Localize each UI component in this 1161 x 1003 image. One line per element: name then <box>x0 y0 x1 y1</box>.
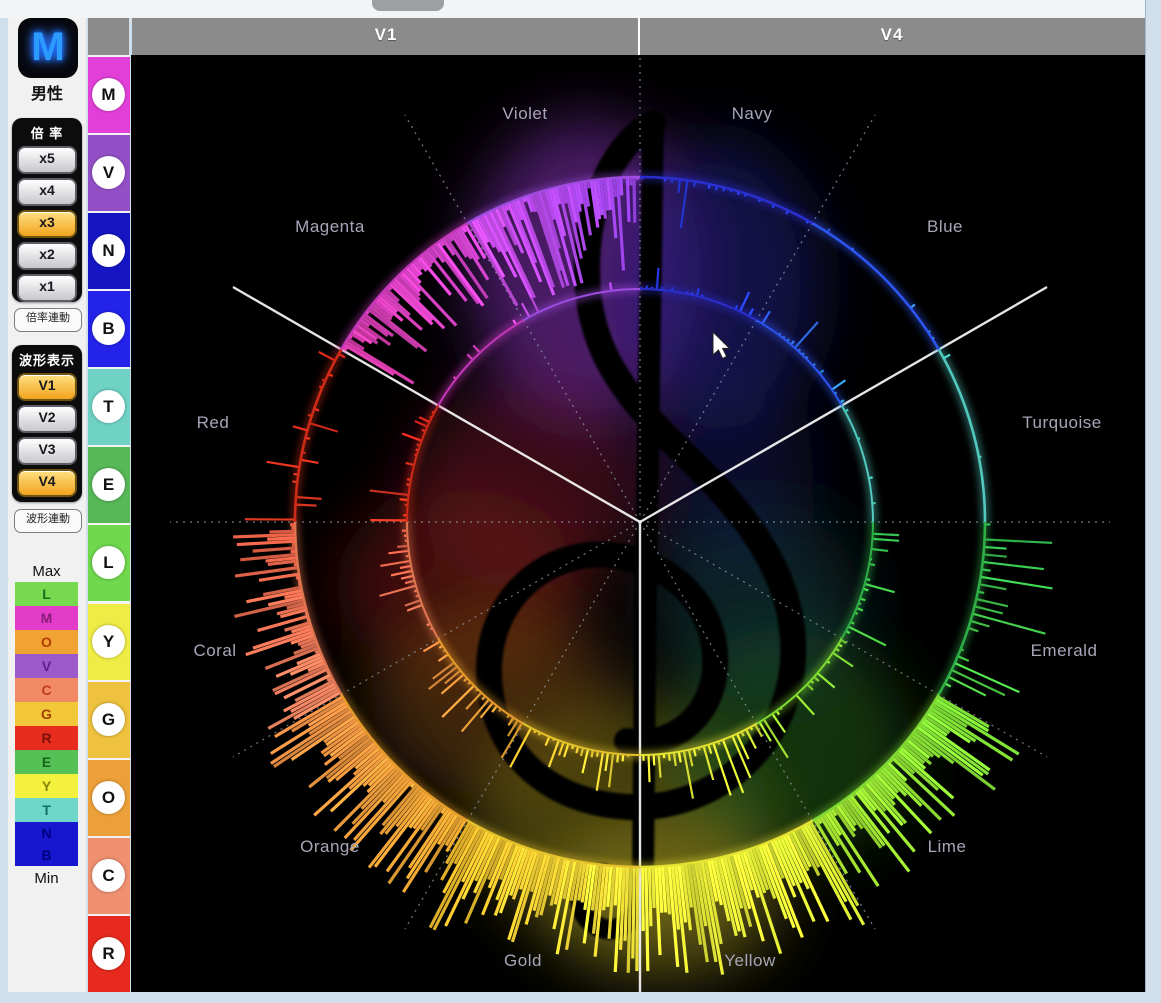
waveform-panel: 波形表示 V1 V2 V3 V4 <box>12 345 82 502</box>
strip-cell-v[interactable]: V <box>88 135 130 211</box>
sector-label-yellow: Yellow <box>724 951 776 970</box>
wave-button-v2[interactable]: V2 <box>17 405 77 433</box>
sector-label-orange: Orange <box>300 837 360 856</box>
header-bar: V1 V4 <box>132 18 1145 55</box>
legend-row-c: C <box>15 678 78 702</box>
strip-cell-t[interactable]: T <box>88 369 130 445</box>
legend-row-o: O <box>15 630 78 654</box>
strip-cell-y[interactable]: Y <box>88 604 130 680</box>
strip-letter-badge: O <box>92 781 125 814</box>
legend-row-nb: NB <box>15 822 78 866</box>
legend-max-label: Max <box>15 563 78 580</box>
header-corner-square <box>88 18 129 55</box>
window-top-artifact <box>372 0 444 11</box>
wave-button-v1[interactable]: V1 <box>17 373 77 401</box>
sector-label-coral: Coral <box>193 641 236 660</box>
magnification-link-button[interactable]: 倍率連動 <box>14 308 82 332</box>
legend-letter: M <box>15 606 78 630</box>
mag-button-x5[interactable]: x5 <box>17 146 77 174</box>
legend-letter: R <box>15 726 78 750</box>
strip-letter-badge: E <box>92 468 125 501</box>
waveform-link-button[interactable]: 波形連動 <box>14 509 82 533</box>
strip-cell-r[interactable]: R <box>88 916 130 992</box>
strip-cell-m[interactable]: M <box>88 57 130 133</box>
legend-letter: L <box>15 582 78 606</box>
sector-label-blue: Blue <box>927 217 963 236</box>
strip-letter-badge: R <box>92 937 125 970</box>
legend-letter: V <box>15 654 78 678</box>
strip-letter-badge: B <box>92 312 125 345</box>
legend-row-g: G <box>15 702 78 726</box>
legend-row-t: T <box>15 798 78 822</box>
sidebar: M 男性 倍 率 x5 x4 x3 x2 x1 倍率連動 波形表示 V1 V2 V3 V4 波… <box>8 18 86 992</box>
legend-letter: T <box>15 798 78 822</box>
strip-cell-o[interactable]: O <box>88 760 130 836</box>
legend-letter: E <box>15 750 78 774</box>
magnification-buttons: x5 x4 x3 x2 x1 <box>12 146 82 302</box>
header-label-v4: V4 <box>881 25 904 45</box>
waveform-panel-title: 波形表示 <box>12 350 82 369</box>
window-right-border <box>1145 0 1161 1003</box>
legend-letter: Y <box>15 774 78 798</box>
strip-letter-badge: N <box>92 234 125 267</box>
note-color-strip: M V N B T E L Y G O C R <box>88 55 130 992</box>
wave-button-v4[interactable]: V4 <box>17 469 77 497</box>
mag-button-x4[interactable]: x4 <box>17 178 77 206</box>
strip-cell-e[interactable]: E <box>88 447 130 523</box>
strip-letter-badge: L <box>92 546 125 579</box>
gender-label: 男性 <box>8 80 86 104</box>
spectrum-wheel-canvas[interactable]: Violet Navy Magenta Blue Red Turquoise Coral Em… <box>131 55 1145 992</box>
magnification-panel: 倍 率 x5 x4 x3 x2 x1 <box>12 118 82 302</box>
strip-cell-l[interactable]: L <box>88 525 130 601</box>
strip-letter-badge: T <box>92 390 125 423</box>
sector-label-gold: Gold <box>504 951 542 970</box>
sector-label-emerald: Emerald <box>1031 641 1098 660</box>
strip-cell-b[interactable]: B <box>88 291 130 367</box>
legend-row-l: L <box>15 582 78 606</box>
strip-letter-badge: Y <box>92 625 125 658</box>
legend-row-v: V <box>15 654 78 678</box>
legend-letter: B <box>15 844 78 866</box>
app-logo-letter: M <box>31 25 64 69</box>
header-label-v1: V1 <box>375 25 398 45</box>
legend-letter: N <box>15 822 78 844</box>
sector-label-red: Red <box>197 413 230 432</box>
window-bottom-border <box>0 992 1161 1003</box>
sector-label-turquoise: Turquoise <box>1022 413 1101 432</box>
mag-button-x1[interactable]: x1 <box>17 274 77 302</box>
app-logo-icon[interactable]: M <box>18 18 78 78</box>
sector-label-magenta: Magenta <box>295 217 365 236</box>
window-top-strip <box>0 0 1161 18</box>
mag-button-x3[interactable]: x3 <box>17 210 77 238</box>
strip-letter-badge: C <box>92 859 125 892</box>
legend-letter: G <box>15 702 78 726</box>
legend-row-e: E <box>15 750 78 774</box>
strip-letter-badge: G <box>92 703 125 736</box>
strip-letter-badge: V <box>92 156 125 189</box>
spectrum-wheel-svg: Violet Navy Magenta Blue Red Turquoise Coral Em… <box>131 55 1145 992</box>
waveform-buttons: V1 V2 V3 V4 <box>12 373 82 497</box>
strip-cell-n[interactable]: N <box>88 213 130 289</box>
legend-min-label: Min <box>15 870 78 887</box>
legend-letter: O <box>15 630 78 654</box>
strip-cell-g[interactable]: G <box>88 682 130 758</box>
magnification-panel-title: 倍 率 <box>12 123 82 142</box>
legend-row-m: M <box>15 606 78 630</box>
legend-row-r: R <box>15 726 78 750</box>
header-center-divider <box>638 18 640 55</box>
wave-button-v3[interactable]: V3 <box>17 437 77 465</box>
sector-label-navy: Navy <box>732 104 773 123</box>
mag-button-x2[interactable]: x2 <box>17 242 77 270</box>
sector-label-lime: Lime <box>928 837 967 856</box>
legend-row-y: Y <box>15 774 78 798</box>
strip-cell-c[interactable]: C <box>88 838 130 914</box>
legend-letter: C <box>15 678 78 702</box>
sector-label-violet: Violet <box>502 104 547 123</box>
strip-letter-badge: M <box>92 78 125 111</box>
